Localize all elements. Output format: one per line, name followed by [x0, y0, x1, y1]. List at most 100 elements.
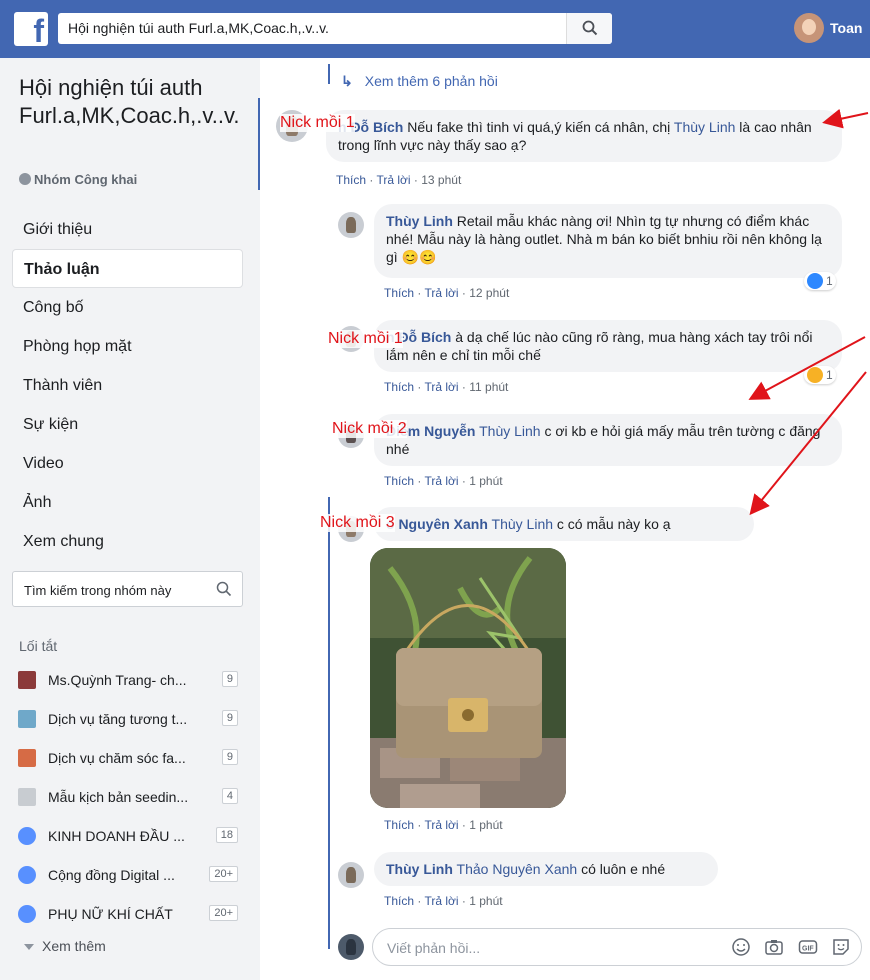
comment-time[interactable]: 1 phút — [469, 818, 502, 832]
avatar[interactable] — [338, 862, 364, 888]
reply-link[interactable]: Trả lời — [424, 818, 458, 832]
gif-icon[interactable]: GIF — [798, 937, 818, 957]
reply-input-placeholder: Viết phản hồi... — [387, 940, 481, 956]
reaction-count[interactable]: 1 — [804, 272, 836, 290]
like-link[interactable]: Thích — [384, 894, 414, 908]
shortcut-item[interactable]: Dịch vụ tăng tương t... 9 — [16, 702, 246, 741]
comment-mention[interactable]: Thùy Linh — [479, 423, 540, 439]
like-reaction-icon — [807, 273, 823, 289]
nav-item-about[interactable]: Giới thiệu — [12, 210, 243, 249]
like-link[interactable]: Thích — [384, 818, 414, 832]
like-link[interactable]: Thích — [384, 380, 414, 394]
facebook-logo-icon[interactable]: f — [14, 12, 48, 46]
reply-link[interactable]: Trả lời — [424, 474, 458, 488]
comment-author[interactable]: Thùy Linh — [386, 861, 453, 877]
shortcut-item[interactable]: Cộng đồng Digital ... 20+ — [16, 858, 246, 897]
reply-thread-line — [328, 497, 330, 949]
comment-bubble: o Nguyên Xanh Thùy Linh c có mẫu này ko … — [374, 507, 754, 541]
sticker-icon[interactable] — [831, 937, 851, 957]
comment-photo[interactable] — [370, 548, 566, 808]
shortcut-count-badge: 20+ — [209, 866, 238, 882]
comment-text: c có mẫu này ko ạ — [556, 516, 671, 532]
comment-mention[interactable]: Thảo Nguyên Xanh — [457, 861, 578, 877]
shortcut-count-badge: 20+ — [209, 905, 238, 921]
comment-mention[interactable]: Thùy Linh — [674, 119, 735, 135]
nav-item-announcements[interactable]: Công bố — [12, 288, 243, 327]
shortcut-label: Dịch vụ chăm sóc fa... — [48, 750, 186, 766]
group-thumbnail-icon — [18, 671, 36, 689]
reply-link[interactable]: Trả lời — [424, 286, 458, 300]
group-search-placeholder: Tìm kiếm trong nhóm này — [24, 583, 172, 598]
reply-link[interactable]: Trả lời — [424, 894, 458, 908]
group-privacy-label: Nhóm Công khai — [19, 172, 137, 187]
camera-icon[interactable] — [764, 937, 784, 957]
annotation-label: Nick mồi 1 — [328, 330, 403, 348]
group-thumbnail-icon — [18, 788, 36, 806]
search-button[interactable] — [566, 13, 612, 44]
reply-input[interactable]: Viết phản hồi... GIF — [372, 928, 862, 966]
search-icon[interactable] — [216, 581, 232, 597]
shortcuts-list: Ms.Quỳnh Trang- ch... 9 Dịch vụ tăng tươ… — [16, 663, 246, 936]
comment-actions: Thích · Trả lời · 11 phút — [384, 380, 509, 394]
nav-item-discussion[interactable]: Thảo luận — [12, 249, 243, 288]
nav-item-watch-party[interactable]: Xem chung — [12, 522, 243, 561]
comment-time[interactable]: 13 phút — [421, 173, 461, 187]
comment-text: có luôn e nhé — [581, 861, 666, 877]
reply-thread-line — [328, 64, 330, 84]
comment-bubble: Diễm Nguyễn Thùy Linh c ơi kb e hỏi giá … — [374, 414, 842, 466]
group-search-input[interactable]: Tìm kiếm trong nhóm này — [12, 571, 243, 607]
reply-link[interactable]: Trả lời — [376, 173, 410, 187]
shortcut-item[interactable]: Ms.Quỳnh Trang- ch... 9 — [16, 663, 246, 702]
shortcut-count-badge: 9 — [221, 710, 238, 726]
see-more-label: Xem thêm — [42, 938, 106, 954]
comment-actions: Thích · Trả lời · 1 phút — [384, 474, 503, 488]
group-title[interactable]: Hội nghiện túi auth Furl.a,MK,Coac.h,.v.… — [19, 74, 249, 130]
nav-item-photos[interactable]: Ảnh — [12, 483, 243, 522]
comment-highlight-line — [258, 98, 260, 190]
group-sidebar: Hội nghiện túi auth Furl.a,MK,Coac.h,.v.… — [0, 58, 260, 980]
search-icon — [582, 20, 598, 36]
shortcut-item[interactable]: PHỤ NỮ KHÍ CHẤT 20+ — [16, 897, 246, 936]
shortcut-label: Mẫu kịch bản seedin... — [48, 789, 189, 805]
shortcut-label: Cộng đồng Digital ... — [48, 867, 175, 883]
chevron-down-icon — [24, 944, 34, 950]
nav-item-rooms[interactable]: Phòng họp mặt — [12, 327, 243, 366]
shortcut-item[interactable]: KINH DOANH ĐẦU ... 18 — [16, 819, 246, 858]
comment-time[interactable]: 1 phút — [469, 474, 502, 488]
group-thumbnail-icon — [18, 710, 36, 728]
reply-arrow-icon: ↳ — [341, 73, 353, 89]
group-type-text: Nhóm Công khai — [34, 172, 138, 187]
nav-item-events[interactable]: Sự kiện — [12, 405, 243, 444]
comment-author[interactable]: Thùy Linh — [386, 213, 453, 229]
comment-actions: Thích · Trả lời · 13 phút — [336, 173, 462, 187]
nav-item-videos[interactable]: Video — [12, 444, 243, 483]
user-name-link[interactable]: Toan — [830, 20, 862, 36]
nav-item-members[interactable]: Thành viên — [12, 366, 243, 405]
smile-icon[interactable] — [731, 937, 751, 957]
comment-bubble: Thùy Linh Thảo Nguyên Xanh có luôn e nhé — [374, 852, 718, 886]
like-link[interactable]: Thích — [384, 286, 414, 300]
shortcut-item[interactable]: Mẫu kịch bản seedin... 4 — [16, 780, 246, 819]
comment-author[interactable]: o Nguyên Xanh — [386, 516, 488, 532]
reaction-count[interactable]: 1 — [804, 366, 836, 384]
reply-link[interactable]: Trả lời — [424, 380, 458, 394]
shortcut-item[interactable]: Dịch vụ chăm sóc fa... 9 — [16, 741, 246, 780]
group-default-icon — [18, 866, 36, 884]
comment-time[interactable]: 12 phút — [469, 286, 509, 300]
shortcut-label: PHỤ NỮ KHÍ CHẤT — [48, 906, 173, 922]
avatar[interactable] — [338, 212, 364, 238]
comment-time[interactable]: 1 phút — [469, 894, 502, 908]
like-link[interactable]: Thích — [384, 474, 414, 488]
view-more-replies-link[interactable]: ↳ Xem thêm 6 phản hồi — [341, 73, 498, 90]
globe-icon — [19, 173, 31, 185]
search-input[interactable]: Hội nghiện túi auth Furl.a,MK,Coac.h,.v.… — [58, 13, 612, 44]
like-link[interactable]: Thích — [336, 173, 366, 187]
haha-reaction-icon — [807, 367, 823, 383]
comment-time[interactable]: 11 phút — [469, 380, 508, 394]
shortcut-label: Dịch vụ tăng tương t... — [48, 711, 188, 727]
see-more-shortcuts-link[interactable]: Xem thêm — [24, 938, 106, 954]
comment-mention[interactable]: Thùy Linh — [492, 516, 553, 532]
handbag-photo — [370, 548, 566, 808]
user-avatar[interactable] — [794, 13, 824, 43]
group-default-icon — [18, 905, 36, 923]
